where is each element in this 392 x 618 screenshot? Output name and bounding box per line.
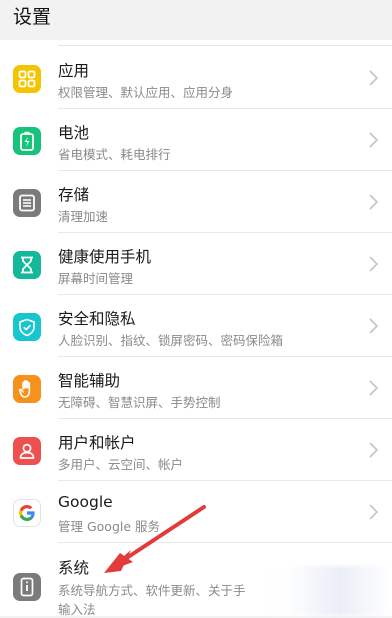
apps-grid-icon xyxy=(13,65,41,93)
settings-item-accounts[interactable]: 用户和帐户 多用户、云空间、帐户 xyxy=(0,419,392,481)
settings-item-title: 安全和隐私 xyxy=(58,310,136,328)
battery-icon xyxy=(13,127,41,155)
storage-icon xyxy=(13,189,41,217)
settings-item-title: 智能辅助 xyxy=(58,372,121,390)
settings-item-subtitle-line2: 输入法 xyxy=(58,602,96,617)
chevron-right-icon xyxy=(369,70,378,86)
chevron-right-icon xyxy=(369,194,378,210)
user-icon xyxy=(13,437,41,465)
blurred-overlay xyxy=(262,566,392,616)
settings-item-title: 用户和帐户 xyxy=(58,434,136,452)
chevron-right-icon xyxy=(369,380,378,396)
hand-icon xyxy=(13,375,41,403)
settings-item-title: 系统 xyxy=(58,559,90,577)
settings-item-storage[interactable]: 存储 清理加速 xyxy=(0,171,392,233)
settings-item-subtitle: 屏幕时间管理 xyxy=(58,271,134,286)
phone-info-icon xyxy=(13,573,41,601)
settings-item-title: 存储 xyxy=(58,186,90,204)
settings-item-battery[interactable]: 电池 省电模式、耗电排行 xyxy=(0,109,392,171)
settings-item-subtitle: 多用户、云空间、帐户 xyxy=(58,457,184,472)
settings-item-subtitle: 管理 Google 服务 xyxy=(58,519,161,534)
chevron-right-icon xyxy=(369,132,378,148)
settings-item-subtitle: 清理加速 xyxy=(58,209,109,224)
chevron-right-icon xyxy=(369,318,378,334)
settings-item-security[interactable]: 安全和隐私 人脸识别、指纹、锁屏密码、密码保险箱 xyxy=(0,295,392,357)
settings-item-subtitle: 系统导航方式、软件更新、关于手 xyxy=(58,583,246,598)
top-divider xyxy=(58,45,392,46)
chevron-right-icon xyxy=(369,442,378,458)
google-icon xyxy=(13,499,41,527)
settings-item-apps[interactable]: 应用 权限管理、默认应用、应用分身 xyxy=(0,47,392,109)
hourglass-icon xyxy=(13,251,41,279)
settings-item-smart-assistance[interactable]: 智能辅助 无障碍、智慧识屏、手势控制 xyxy=(0,357,392,419)
settings-item-subtitle: 无障碍、智慧识屏、手势控制 xyxy=(58,395,221,410)
settings-item-digital-balance[interactable]: 健康使用手机 屏幕时间管理 xyxy=(0,233,392,295)
chevron-right-icon xyxy=(369,256,378,272)
settings-item-google[interactable]: Google 管理 Google 服务 xyxy=(0,481,392,543)
settings-item-subtitle: 人脸识别、指纹、锁屏密码、密码保险箱 xyxy=(58,333,284,348)
settings-item-title: 应用 xyxy=(58,62,90,80)
settings-item-title: Google xyxy=(58,493,113,511)
page-title: 设置 xyxy=(13,6,52,28)
settings-item-title: 电池 xyxy=(58,124,90,142)
chevron-right-icon xyxy=(369,504,378,520)
header: 设置 xyxy=(0,0,392,40)
settings-item-title: 健康使用手机 xyxy=(58,248,152,266)
settings-item-subtitle: 省电模式、耗电排行 xyxy=(58,147,171,162)
shield-icon xyxy=(13,313,41,341)
settings-item-subtitle: 权限管理、默认应用、应用分身 xyxy=(58,85,234,100)
